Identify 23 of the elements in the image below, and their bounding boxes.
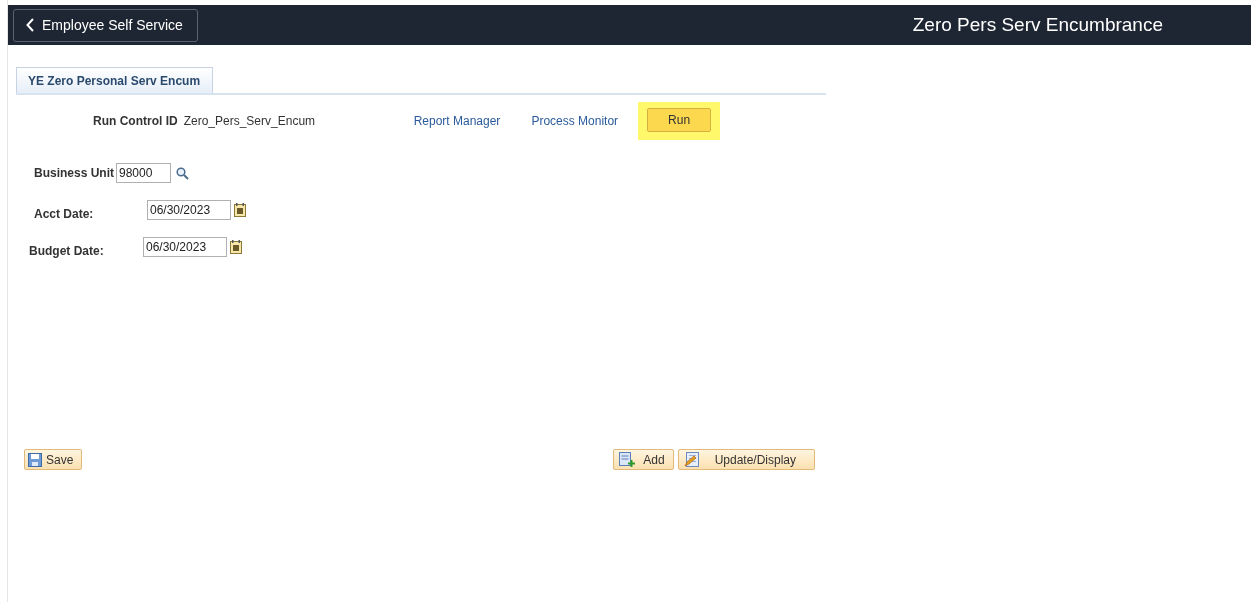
page-title: Zero Pers Serv Encumbrance bbox=[912, 12, 1163, 37]
field-label: Budget Date: bbox=[29, 243, 105, 260]
update-display-button[interactable]: Update/Display bbox=[677, 449, 815, 470]
field-label: Acct Date: bbox=[34, 206, 95, 223]
add-button[interactable]: Add bbox=[613, 449, 674, 470]
field-label: Business Unit bbox=[34, 165, 114, 182]
pencil-page-icon bbox=[683, 452, 699, 467]
process-monitor-link[interactable]: Process Monitor bbox=[531, 112, 619, 130]
run-button[interactable]: Run bbox=[647, 108, 712, 132]
input-field[interactable]: 98000 bbox=[116, 163, 171, 183]
run-control-value: Zero_Pers_Serv_Encum bbox=[183, 113, 317, 130]
input-field[interactable]: 06/30/2023 bbox=[143, 237, 227, 257]
save-button[interactable]: Save bbox=[24, 449, 83, 470]
run-control-label: Run Control ID bbox=[93, 113, 178, 130]
input-field[interactable]: 06/30/2023 bbox=[147, 200, 231, 220]
tab[interactable]: YE Zero Personal Serv Encum bbox=[16, 67, 214, 93]
back-button[interactable]: Employee Self Service bbox=[13, 8, 198, 42]
calendar-icon[interactable] bbox=[234, 203, 246, 217]
chevron-left-icon bbox=[26, 18, 34, 32]
search-icon[interactable] bbox=[176, 166, 189, 180]
report-manager-link[interactable]: Report Manager bbox=[413, 112, 501, 130]
calendar-icon[interactable] bbox=[230, 240, 242, 254]
add-page-icon bbox=[619, 452, 636, 467]
